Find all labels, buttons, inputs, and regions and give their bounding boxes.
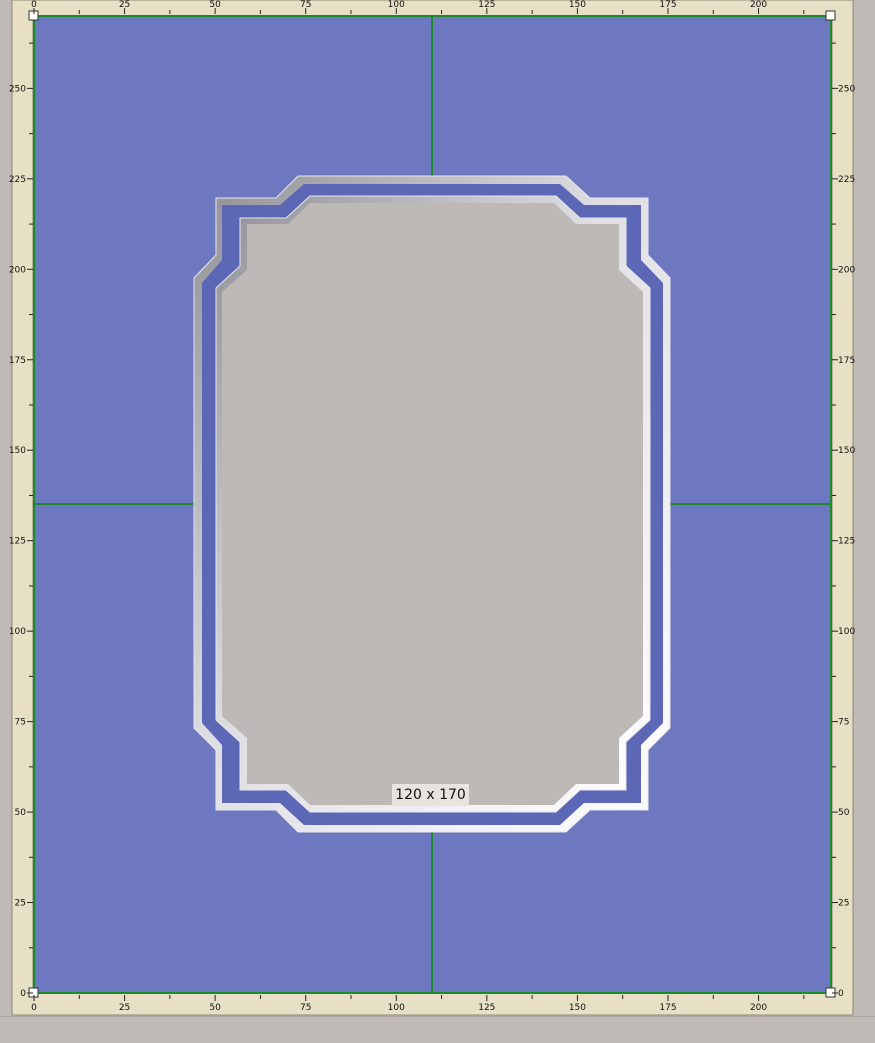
ruler-label-bottom: 150: [569, 1003, 586, 1013]
ruler-label-left: 100: [9, 627, 26, 637]
ruler-label-right: 150: [838, 446, 855, 456]
ruler-label-top: 50: [209, 0, 221, 10]
ruler-label-bottom: 200: [750, 1003, 767, 1013]
ruler-label-bottom: 0: [31, 1003, 37, 1013]
ruler-label-left: 125: [9, 537, 26, 547]
ruler-label-left: 225: [9, 175, 26, 185]
ruler-label-top: 150: [569, 0, 586, 10]
ruler-label-right: 0: [838, 989, 844, 999]
ruler-label-bottom: 100: [388, 1003, 405, 1013]
ruler-label-right: 225: [838, 175, 855, 185]
ruler-label-left: 0: [20, 989, 26, 999]
ruler-label-right: 50: [838, 808, 850, 818]
ruler-label-left: 50: [15, 808, 27, 818]
ruler-label-right: 250: [838, 84, 855, 94]
ruler-label-right: 100: [838, 627, 855, 637]
ruler-label-right: 175: [838, 356, 855, 366]
status-strip: [0, 1016, 875, 1040]
mat-design-workspace: 0 25 50 75 100 125 150 175 200 0 25 50 75 100 125 150 1…: [0, 0, 875, 1040]
ruler-label-right: 75: [838, 718, 849, 728]
ruler-label-left: 250: [9, 84, 26, 94]
ruler-label-top: 175: [659, 0, 676, 10]
ruler-label-bottom: 50: [209, 1003, 221, 1013]
ruler-label-top: 125: [478, 0, 495, 10]
ruler-label-right: 200: [838, 265, 855, 275]
ruler-label-bottom: 175: [659, 1003, 676, 1013]
ruler-label-bottom: 125: [478, 1003, 495, 1013]
ruler-label-left: 75: [15, 718, 26, 728]
opening-size-label: 120 x 170: [392, 784, 469, 806]
ruler-label-right: 25: [838, 899, 849, 909]
ruler-label-left: 150: [9, 446, 26, 456]
ruler-label-top: 25: [119, 0, 130, 10]
ruler-label-top: 200: [750, 0, 767, 10]
corner-handle-top-right: [825, 10, 836, 21]
ruler-label-left: 200: [9, 265, 26, 275]
ruler-label-bottom: 25: [119, 1003, 130, 1013]
ruler-label-bottom: 75: [300, 1003, 311, 1013]
ruler-label-top: 75: [300, 0, 311, 10]
ruler-label-left: 175: [9, 356, 26, 366]
ruler-label-left: 25: [15, 899, 26, 909]
ruler-label-right: 125: [838, 537, 855, 547]
mat-opening[interactable]: [222, 203, 643, 805]
ruler-label-top: 0: [31, 0, 37, 10]
ruler-label-top: 100: [388, 0, 405, 10]
mat-canvas[interactable]: 0 25 50 75 100 125 150 175 200 0 25 50 75 100 125 150 1…: [0, 0, 875, 1039]
